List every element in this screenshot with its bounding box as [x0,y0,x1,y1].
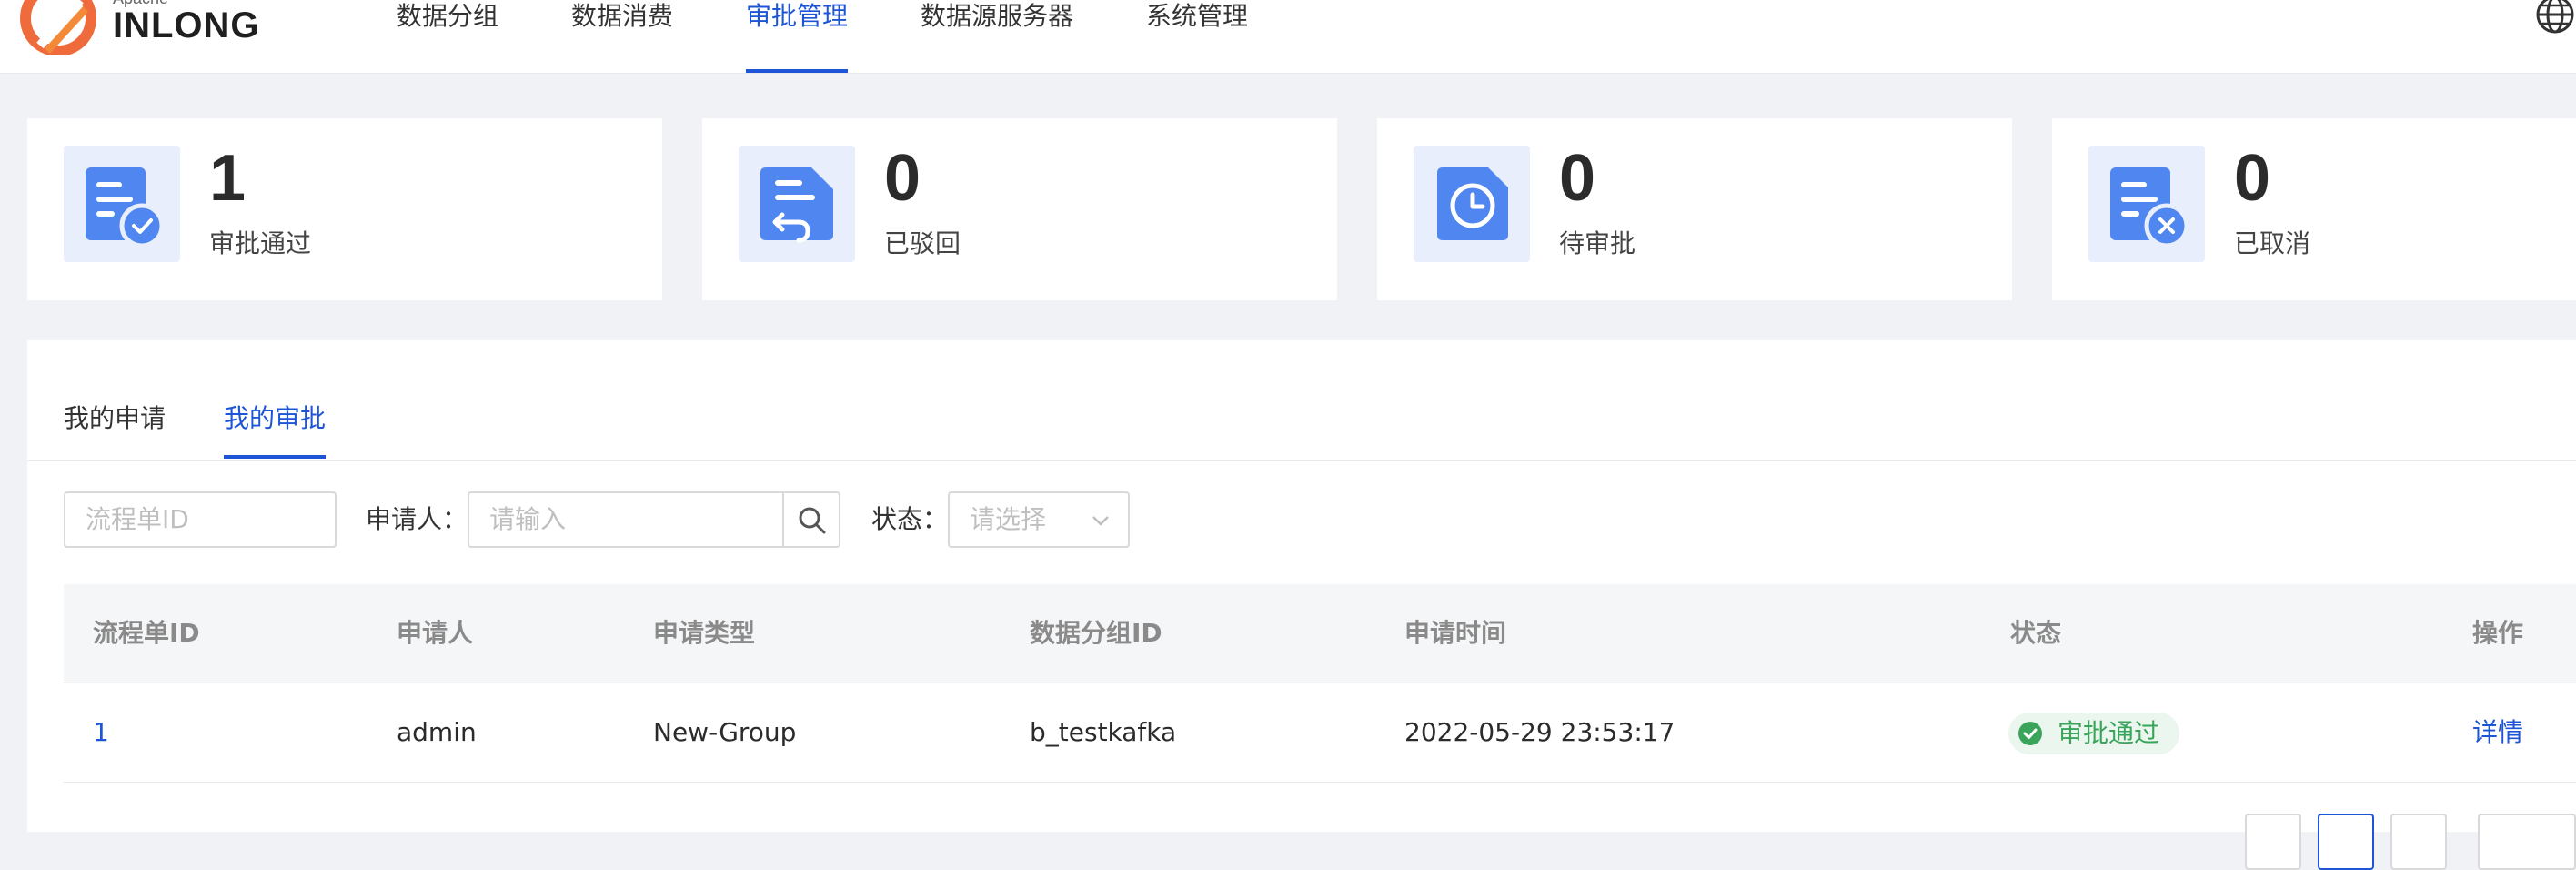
stat-card-rejected: 0 已驳回 [702,118,1337,300]
status-filter-label: 状态： [871,504,949,534]
tab-my-approvals[interactable]: 我的审批 [224,400,327,459]
cancelled-label: 已取消 [2234,228,2311,258]
tab-my-applications[interactable]: 我的申请 [64,400,166,437]
rejected-doc-icon [739,146,855,262]
pending-count: 0 [1559,142,1596,215]
cancelled-count: 0 [2234,142,2271,215]
column-header-group-id[interactable]: 数据分组ID [1030,584,1162,683]
approved-count: 1 [209,142,247,215]
row-process-id-link[interactable]: 1 [93,683,109,782]
nav-item-approval-management[interactable]: 审批管理 [746,0,848,73]
column-header-applicant[interactable]: 申请人 [397,584,473,683]
status-badge: 审批通过 [2008,713,2180,754]
row-group-id: b_testkafka [1030,717,1177,747]
approved-label: 审批通过 [209,228,312,258]
column-header-type[interactable]: 申请类型 [653,584,755,683]
column-header-process-id[interactable]: 流程单ID [93,584,200,683]
rejected-label: 已驳回 [884,228,961,258]
row-time: 2022-05-29 23:53:17 [1404,717,1675,747]
table-header: 流程单ID 申请人 申请类型 数据分组ID 申请时间 状态 操作 [64,584,2576,683]
top-header: Apache INLONG 数据分组 数据消费 审批管理 数据源服务器 系统管理 [0,0,2576,74]
applicant-search-button[interactable] [782,491,840,548]
applicant-filter-label: 申请人： [366,504,468,534]
status-select-placeholder: 请选择 [970,504,1047,534]
pagination-next-button[interactable] [2390,814,2447,870]
process-id-input[interactable]: 流程单ID [64,491,337,548]
pending-label: 待审批 [1559,228,1636,258]
brand-logo[interactable]: Apache INLONG [16,0,262,73]
approval-panel: 我的申请 我的审批 流程单ID 申请人： 请输入 状态： 请选择 流程单ID 申… [27,340,2576,870]
column-header-time[interactable]: 申请时间 [1404,584,1506,683]
row-applicant: admin [397,717,477,747]
cancelled-doc-icon [2088,146,2205,262]
table-row: 1 admin New-Group b_testkafka 2022-05-29… [64,683,2576,783]
stat-card-approved: 1 审批通过 [27,118,662,300]
row-type: New-Group [653,717,797,747]
status-select[interactable]: 请选择 [948,491,1130,548]
rejected-count: 0 [884,142,921,215]
applicant-input[interactable]: 请输入 [468,491,784,548]
pagination-prev-button[interactable] [2245,814,2301,870]
pagination-page-button[interactable] [2318,814,2374,870]
pagination-size-select[interactable] [2478,814,2576,870]
approval-tabs: 我的申请 我的审批 [27,340,2576,461]
brand-name: INLONG [113,5,260,46]
inlong-logo-icon [20,0,96,55]
column-header-status[interactable]: 状态 [2010,584,2061,683]
approved-doc-icon [64,146,180,262]
search-icon [799,507,826,534]
stat-card-pending: 0 待审批 [1377,118,2012,300]
row-detail-link[interactable]: 详情 [2472,683,2523,782]
column-header-action: 操作 [2472,618,2524,648]
stat-card-cancelled: 0 已取消 [2052,118,2576,300]
globe-language-icon[interactable] [2534,0,2576,35]
check-circle-icon [2018,722,2042,745]
chevron-down-icon [1092,516,1109,526]
pending-doc-icon [1414,146,1530,262]
